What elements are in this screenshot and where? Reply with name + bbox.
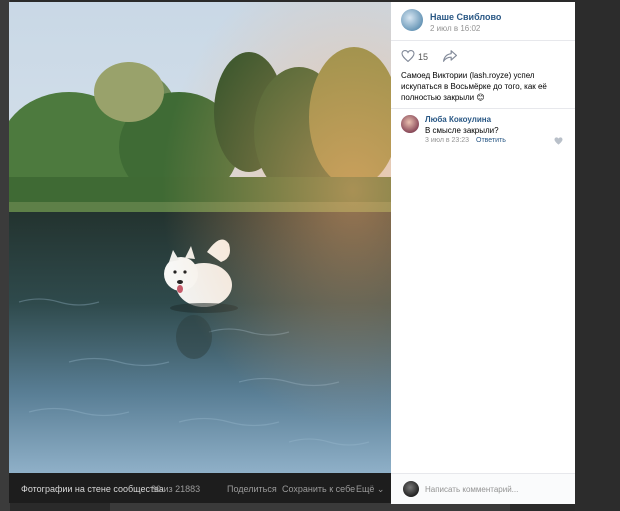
photo-toolbar: Фотографии на стене сообщества 30 из 218… [9, 473, 391, 503]
photo-area: Фотографии на стене сообщества 30 из 218… [9, 2, 391, 503]
group-name-link[interactable]: Наше Свиблово [430, 12, 501, 22]
divider [391, 108, 575, 109]
post-actions: 15 [391, 41, 575, 69]
share-photo-button[interactable]: Поделиться [227, 484, 277, 494]
share-icon[interactable] [443, 50, 457, 62]
reply-button[interactable]: Ответить [476, 137, 506, 144]
save-photo-button[interactable]: Сохранить к себе [282, 484, 355, 494]
comment-input[interactable] [425, 480, 565, 498]
post-date[interactable]: 2 июл в 16:02 [430, 24, 480, 33]
photo-image [9, 2, 391, 473]
post-sidebar: Наше Свиблово 2 июл в 16:02 15 Самоед Ви… [391, 2, 575, 504]
comment-author-link[interactable]: Люба Кокоулина [425, 115, 491, 124]
heart-icon[interactable] [401, 50, 415, 62]
backdrop-right [575, 0, 620, 511]
comment-input-row [391, 473, 575, 504]
likes-count: 15 [418, 52, 429, 62]
photo-viewer: Фотографии на стене сообщества 30 из 218… [9, 2, 575, 504]
photo-counter: 30 из 21883 [151, 484, 201, 494]
group-avatar[interactable] [401, 9, 423, 31]
comment-item: Люба Кокоулина В смысле закрыли? 3 июл в… [391, 110, 575, 150]
more-menu-button[interactable]: Ещё ⌄ [356, 484, 384, 495]
own-avatar [403, 481, 419, 497]
post-header: Наше Свиблово 2 июл в 16:02 [391, 2, 575, 41]
comment-date[interactable]: 3 июл в 23:23 [425, 137, 469, 144]
backdrop-bottom [110, 503, 510, 511]
photo[interactable] [9, 2, 391, 473]
comment-text: В смысле закрыли? [425, 126, 499, 135]
comment-heart-icon[interactable] [554, 137, 563, 145]
commenter-avatar[interactable] [401, 115, 419, 133]
post-text: Самоед Виктории (lash.royze) успел искуп… [401, 71, 547, 102]
album-link[interactable]: Фотографии на стене сообщества [21, 484, 164, 494]
